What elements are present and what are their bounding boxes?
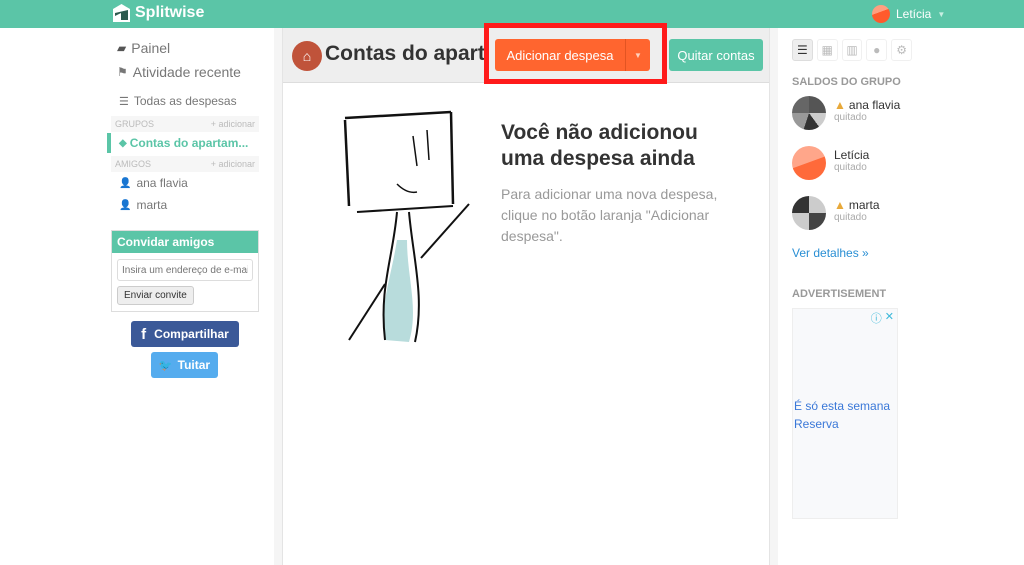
groups-header: GRUPOS + adicionar	[111, 116, 259, 132]
facebook-share-button[interactable]: f Compartilhar	[131, 321, 239, 347]
flag-icon: ⚑	[117, 65, 128, 79]
user-icon: 👤	[119, 177, 132, 189]
home-icon: ⌂	[302, 48, 312, 64]
empty-state-illustration	[343, 110, 470, 343]
tab-list[interactable]: ☰	[792, 39, 813, 61]
user-avatar	[872, 5, 890, 23]
balance-status: quitado	[834, 112, 867, 123]
twitter-share-label: Tuitar	[177, 358, 211, 372]
page-title: Contas do apartamento	[325, 42, 485, 65]
chevron-down-icon: ▼	[937, 9, 946, 19]
ad-text: É só esta semana	[794, 399, 891, 413]
info-icon[interactable]: ⓘ	[871, 310, 882, 326]
friend-item[interactable]: 👤 ana flavia	[111, 172, 259, 194]
invite-box: Convidar amigos Enviar convite	[111, 230, 259, 312]
balance-name: ana flavia	[848, 98, 901, 112]
advertisement-label: ADVERTISEMENT	[792, 288, 887, 300]
view-details-link[interactable]: Ver detalhes »	[792, 246, 912, 260]
twitter-icon: 🐦	[158, 359, 173, 372]
avatar	[792, 96, 826, 130]
tab-settings[interactable]: ⚙	[891, 39, 912, 61]
facebook-share-label: Compartilhar	[154, 327, 229, 341]
nav-label: Atividade recente	[132, 64, 241, 80]
invite-title: Convidar amigos	[112, 231, 258, 253]
invite-email-input[interactable]	[117, 259, 253, 281]
app-name: Splitwise	[135, 4, 205, 21]
friends-header-label: AMIGOS	[115, 159, 152, 169]
tag-icon: ◆	[119, 137, 127, 149]
advertisement[interactable]: ⓘ ✕ É só esta semana Reserva	[792, 308, 898, 519]
balance-item[interactable]: ▲ ana flavia quitado	[792, 96, 912, 138]
add-group-link[interactable]: + adicionar	[211, 119, 255, 129]
tab-chart[interactable]: ▥	[841, 39, 863, 61]
avatar	[792, 196, 826, 230]
balance-name: Letícia	[834, 148, 870, 162]
empty-state-title: Você não adicionou uma despesa ainda	[501, 121, 698, 170]
warning-icon: ▲	[834, 198, 846, 212]
warning-icon: ▲	[834, 98, 846, 112]
list-icon: ☰	[797, 43, 808, 57]
twitter-share-button[interactable]: 🐦 Tuitar	[151, 352, 218, 378]
user-name: Letícia	[896, 7, 932, 21]
friend-label: ana flavia	[136, 176, 188, 190]
nav-label: Painel	[131, 40, 171, 56]
balance-item[interactable]: Letícia quitado	[792, 146, 912, 188]
tab-calendar[interactable]: ▦	[816, 39, 838, 61]
balance-item[interactable]: ▲ marta quitado	[792, 196, 912, 238]
highlight-box	[484, 23, 667, 84]
list-icon: ☰	[119, 95, 129, 108]
group-avatar: ⌂	[292, 41, 322, 71]
nav-recent-activity[interactable]: ⚑ Atividade recente	[111, 60, 259, 84]
nav-label: Todas as despesas	[133, 94, 237, 108]
facebook-icon: f	[141, 325, 147, 343]
balance-status: quitado	[834, 212, 867, 223]
add-friend-link[interactable]: + adicionar	[211, 159, 255, 169]
friend-label: marta	[136, 198, 168, 212]
user-menu[interactable]: Letícia ▼	[872, 5, 945, 23]
empty-state-text: Para adicionar uma nova despesa, clique …	[501, 186, 718, 244]
gear-icon: ⚙	[896, 43, 907, 57]
send-invite-button[interactable]: Enviar convite	[117, 286, 194, 305]
friends-header: AMIGOS + adicionar	[111, 156, 259, 172]
close-icon[interactable]: ✕	[885, 310, 894, 326]
group-item-active[interactable]: ◆ Contas do apartam...	[107, 132, 259, 154]
tab-chat[interactable]: ●	[866, 39, 888, 61]
left-sidebar: ▰ Painel ⚑ Atividade recente ☰ Todas as …	[107, 28, 259, 378]
groups-header-label: GRUPOS	[115, 119, 155, 129]
settle-up-button[interactable]: Quitar contas	[669, 39, 763, 71]
chat-icon: ●	[873, 43, 881, 57]
user-icon: 👤	[119, 199, 132, 211]
view-tabs: ☰ ▦ ▥ ● ⚙	[792, 39, 912, 61]
logo[interactable]: Splitwise	[113, 4, 204, 22]
main-panel: ⌂ Contas do apartamento Adicionar despes…	[282, 23, 770, 565]
dashboard-icon: ▰	[117, 41, 127, 55]
balance-name: marta	[848, 198, 880, 212]
ad-text: Reserva	[794, 417, 839, 431]
main-header: ⌂ Contas do apartamento Adicionar despes…	[283, 23, 769, 84]
group-balances-title: SALDOS DO GRUPO	[792, 76, 901, 88]
nav-dashboard[interactable]: ▰ Painel	[111, 36, 259, 60]
right-sidebar: ☰ ▦ ▥ ● ⚙ SALDOS DO GRUPO ▲ ana flavia qu…	[792, 28, 912, 519]
calendar-icon: ▦	[821, 43, 833, 57]
avatar	[792, 146, 826, 180]
chart-icon: ▥	[846, 43, 858, 57]
group-label: Contas do apartam...	[129, 136, 249, 150]
balance-status: quitado	[834, 162, 867, 173]
splitwise-logo-icon	[113, 4, 130, 22]
friend-item[interactable]: 👤 marta	[111, 194, 259, 216]
nav-all-expenses[interactable]: ☰ Todas as despesas	[111, 90, 259, 112]
